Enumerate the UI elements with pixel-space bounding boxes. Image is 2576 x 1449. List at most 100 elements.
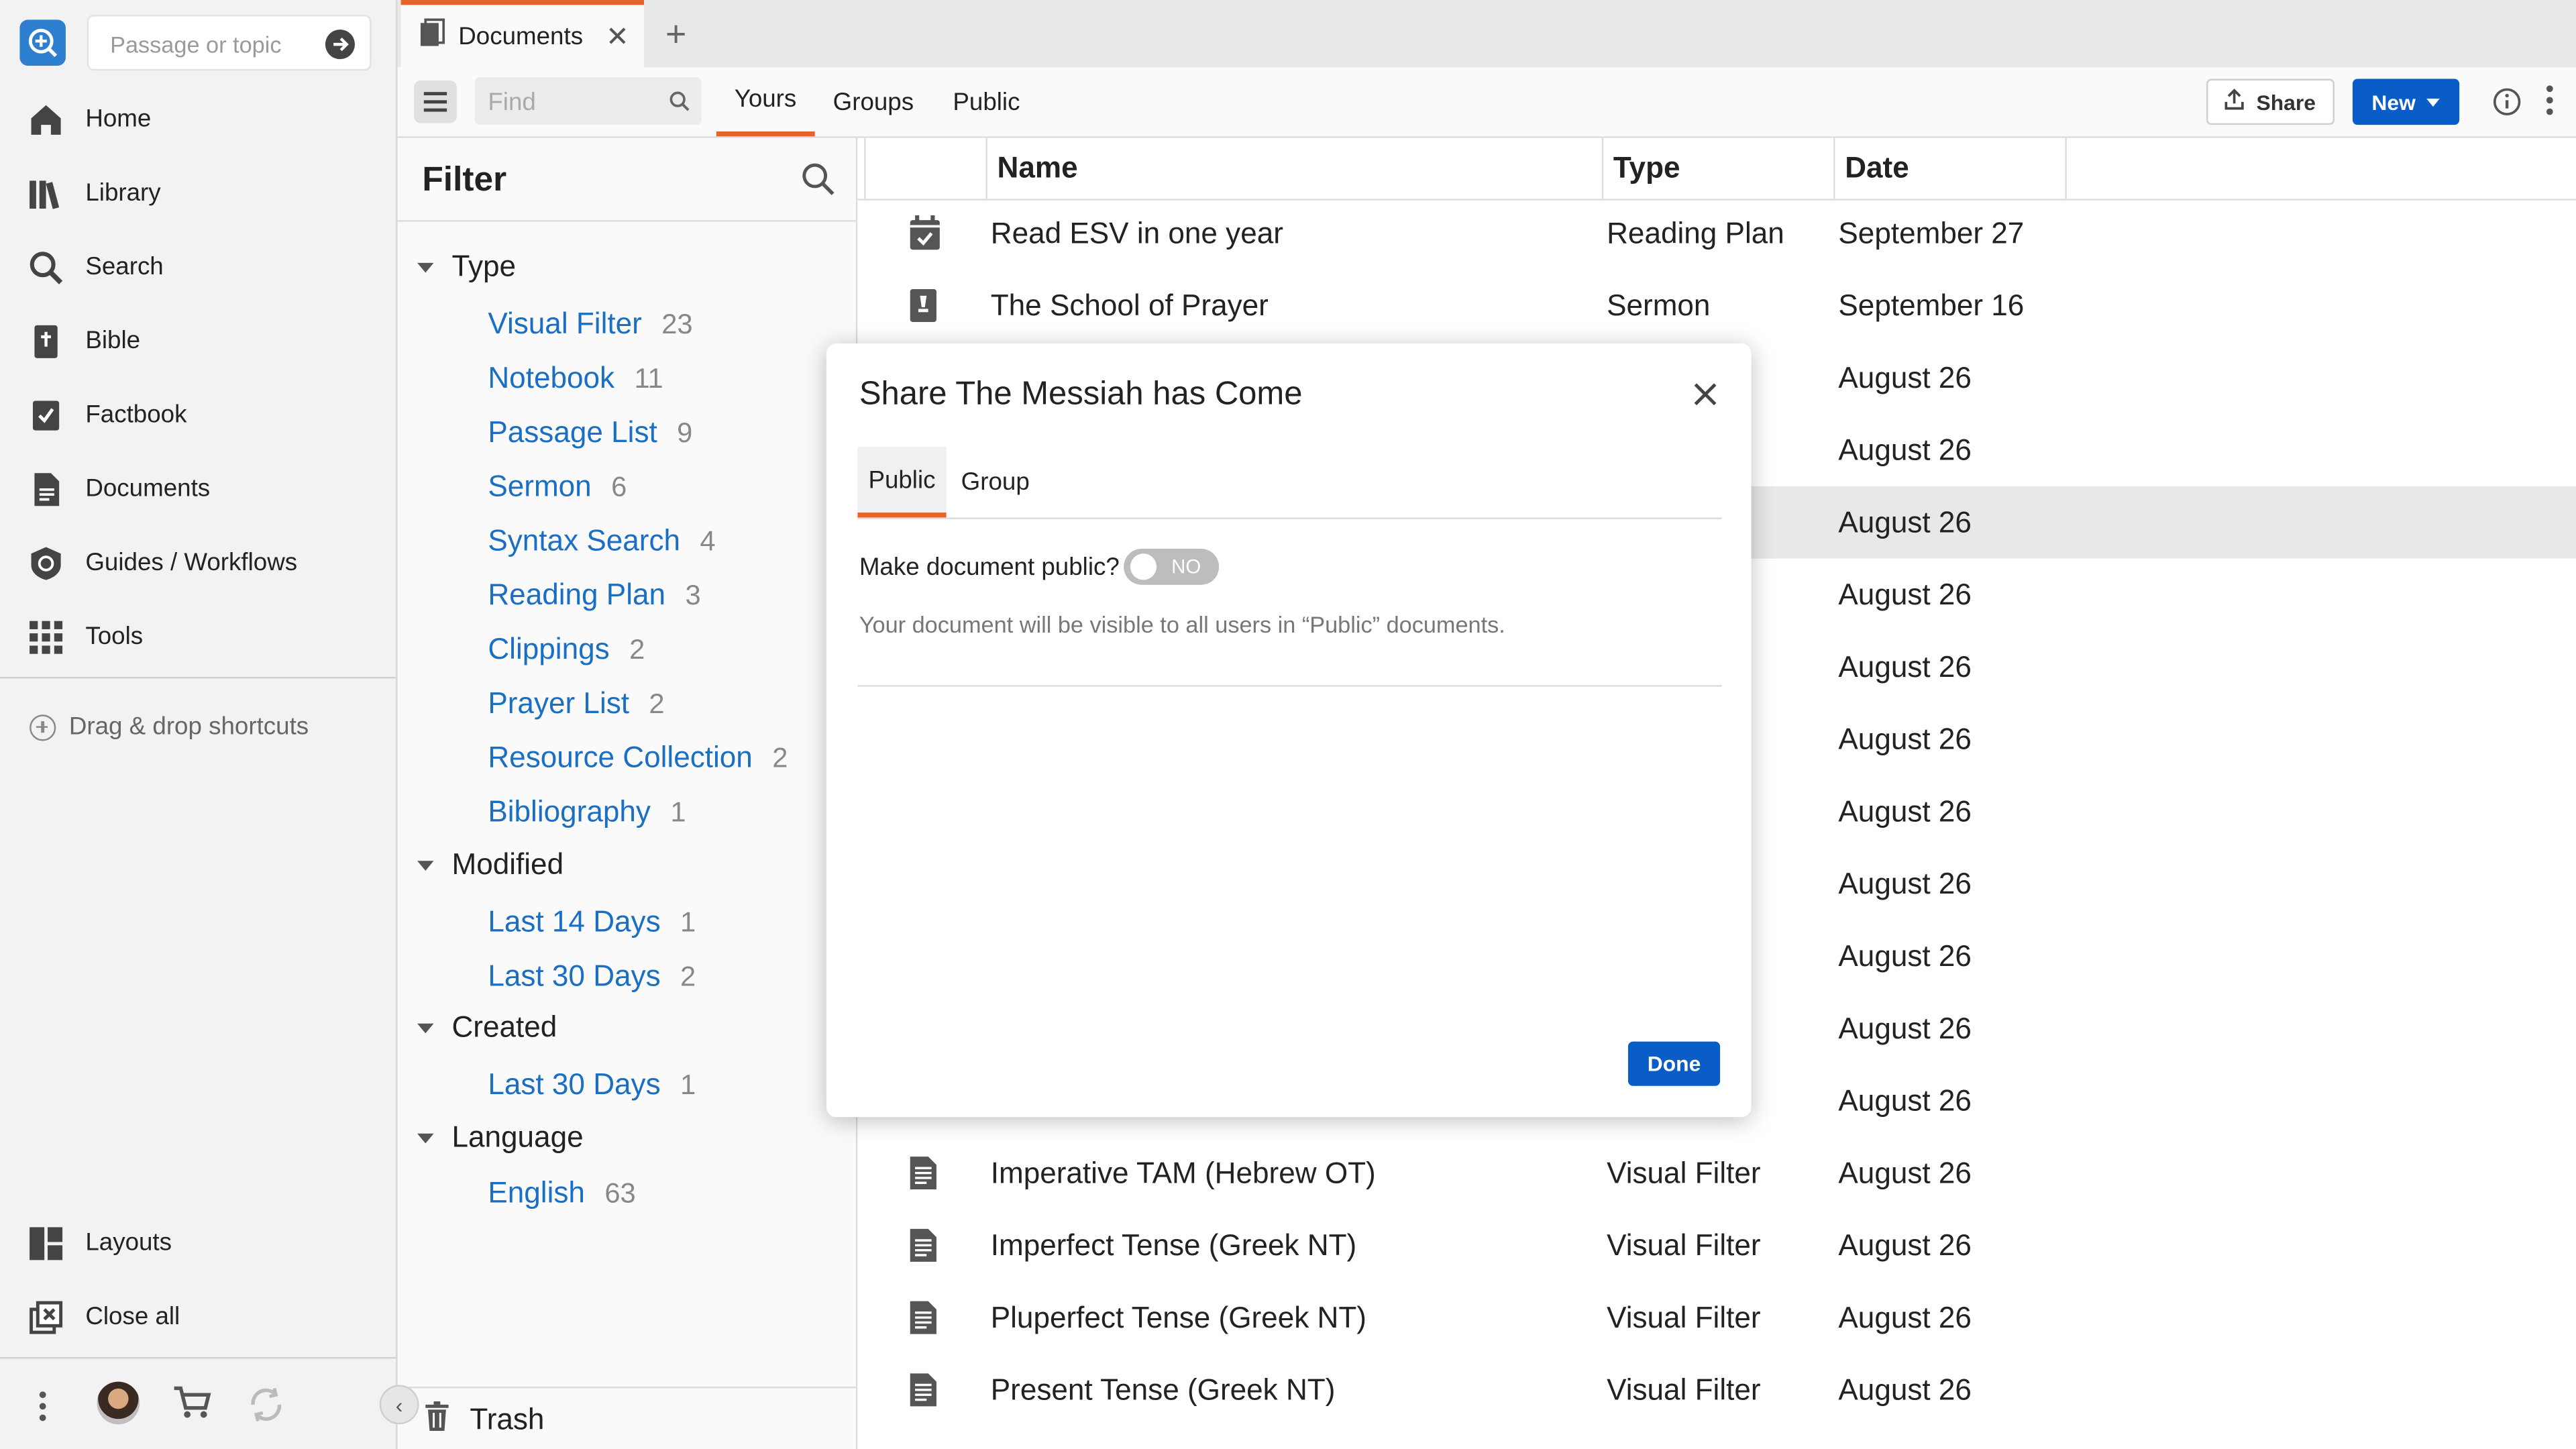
public-hint-text: Your document will be visible to all use… [859, 611, 1505, 638]
row-date: August 26 [1838, 649, 1972, 683]
filter-group-type[interactable]: Type [398, 250, 516, 284]
filter-item-count: 1 [680, 906, 696, 938]
nav-tools[interactable]: Tools [0, 600, 396, 674]
filter-group-created[interactable]: Created [398, 1010, 557, 1044]
table-row[interactable]: Read ESV in one year Reading Plan Septembe… [857, 197, 2576, 270]
table-row[interactable]: Present Tense (Greek NT) Visual Filter Aug… [857, 1354, 2576, 1426]
filter-item[interactable]: Sermon 6 [488, 470, 627, 504]
tab-dialog-group[interactable]: Group [951, 447, 1040, 517]
filter-item-name: Last 30 Days [488, 1067, 661, 1101]
header-date[interactable]: Date [1833, 138, 2067, 199]
make-public-toggle[interactable]: NO [1124, 548, 1220, 585]
filter-item-count: 63 [604, 1177, 636, 1210]
row-date: August 26 [1838, 433, 1972, 466]
filter-title: Filter [422, 161, 507, 199]
filter-search-icon[interactable] [800, 161, 837, 205]
share-button[interactable]: Share [2206, 78, 2334, 125]
row-date: August 26 [1838, 938, 1972, 972]
left-sidebar: Home Library Search Bible Factbook Docum… [0, 0, 398, 1449]
passage-input[interactable] [107, 30, 327, 60]
done-button[interactable]: Done [1627, 1041, 1721, 1086]
filter-item[interactable]: Reading Plan 3 [488, 578, 700, 612]
filter-item[interactable]: Syntax Search 4 [488, 524, 715, 558]
nav-factbook[interactable]: Factbook [0, 378, 396, 451]
nav-label: Bible [85, 327, 141, 355]
nav-label: Tools [85, 623, 144, 651]
nav-library[interactable]: Library [0, 156, 396, 230]
filter-item[interactable]: English 63 [488, 1176, 635, 1210]
toggle-state-label: NO [1171, 555, 1201, 579]
filter-group-modified[interactable]: Modified [398, 848, 564, 882]
main-nav: Home Library Search Bible Factbook Docum… [0, 82, 396, 674]
nav-documents[interactable]: Documents [0, 451, 396, 525]
row-date: August 26 [1838, 505, 1972, 539]
table-row[interactable]: Imperative TAM (Hebrew OT) Visual Filter A… [857, 1137, 2576, 1210]
filter-item[interactable]: Prayer List 2 [488, 687, 664, 721]
find-input[interactable] [484, 87, 656, 119]
tab-dialog-public[interactable]: Public [857, 447, 947, 518]
sidebar-divider [0, 676, 396, 679]
table-row[interactable]: Pluperfect Tense (Greek NT) Visual Filter… [857, 1281, 2576, 1354]
trash-item[interactable]: Trash [397, 1386, 856, 1449]
app-logo-icon[interactable] [19, 19, 66, 66]
filter-group-language[interactable]: Language [398, 1120, 584, 1155]
filter-item-count: 3 [685, 580, 701, 612]
tab-documents[interactable]: Documents ✕ [400, 0, 644, 68]
filter-item[interactable]: Notebook 11 [488, 362, 663, 396]
filter-header: Filter [397, 138, 856, 222]
panel-menu-button[interactable] [414, 80, 457, 123]
go-arrow-icon[interactable] [325, 30, 355, 60]
collapse-sidebar-button[interactable]: ‹ [379, 1385, 419, 1425]
find-box [474, 77, 702, 125]
trash-icon [424, 1400, 450, 1438]
sermon-icon [908, 288, 938, 324]
tab-public[interactable]: Public [934, 67, 1038, 136]
close-icon[interactable] [1687, 376, 1723, 413]
sync-icon[interactable] [246, 1385, 286, 1432]
filter-item[interactable]: Bibliography 1 [488, 795, 686, 829]
nav-layouts[interactable]: Layouts [0, 1206, 396, 1280]
filter-item[interactable]: Resource Collection 2 [488, 741, 788, 775]
filter-item-count: 2 [629, 634, 645, 665]
more-vertical-icon[interactable] [39, 1391, 46, 1421]
filter-item[interactable]: Last 30 Days 2 [488, 959, 696, 994]
table-row[interactable]: The School of Prayer Sermon September 16 [857, 270, 2576, 342]
tab-yours[interactable]: Yours [716, 67, 815, 137]
nav-bible[interactable]: Bible [0, 304, 396, 378]
header-name[interactable]: Name [985, 138, 1601, 199]
filter-item[interactable]: Last 30 Days 1 [488, 1068, 696, 1102]
row-date: August 26 [1838, 1155, 1972, 1189]
close-tab-icon[interactable]: ✕ [606, 21, 629, 54]
nav-guides[interactable]: Guides / Workflows [0, 526, 396, 600]
nav-search[interactable]: Search [0, 230, 396, 304]
filter-item-count: 11 [634, 363, 663, 394]
filter-item[interactable]: Passage List 9 [488, 416, 692, 450]
bible-icon [26, 321, 66, 361]
tab-groups[interactable]: Groups [815, 67, 932, 136]
filter-item[interactable]: Last 14 Days 1 [488, 905, 696, 939]
table-row[interactable]: Imperfect Tense (Greek NT) Visual Filter A… [857, 1209, 2576, 1281]
trash-label: Trash [470, 1402, 545, 1436]
info-icon[interactable] [2492, 87, 2522, 125]
more-options-icon[interactable] [2546, 85, 2553, 115]
row-date: August 26 [1838, 1300, 1972, 1334]
avatar[interactable] [97, 1381, 140, 1425]
new-button[interactable]: New [2352, 78, 2460, 125]
nav-home[interactable]: Home [0, 82, 396, 156]
factbook-icon [26, 395, 66, 435]
dialog-title: Share The Messiah has Come [859, 376, 1303, 413]
filter-item[interactable]: Visual Filter 23 [488, 307, 692, 341]
add-tab-icon[interactable]: + [665, 13, 686, 56]
filter-group-label: Language [451, 1120, 584, 1154]
drag-drop-shortcuts[interactable]: Drag & drop shortcuts [30, 713, 309, 741]
header-type[interactable]: Type [1601, 138, 1833, 199]
row-type: Sermon [1607, 288, 1711, 321]
filter-item[interactable]: Clippings 2 [488, 633, 645, 667]
share-dialog: Share The Messiah has Come Public Group … [826, 343, 1752, 1118]
cart-icon[interactable] [172, 1385, 212, 1429]
document-icon [908, 1372, 938, 1408]
table-header: Name Type Date [857, 138, 2576, 201]
row-type: Visual Filter [1607, 1228, 1761, 1261]
nav-label: Layouts [85, 1228, 172, 1257]
nav-close-all[interactable]: Close all [0, 1280, 396, 1354]
